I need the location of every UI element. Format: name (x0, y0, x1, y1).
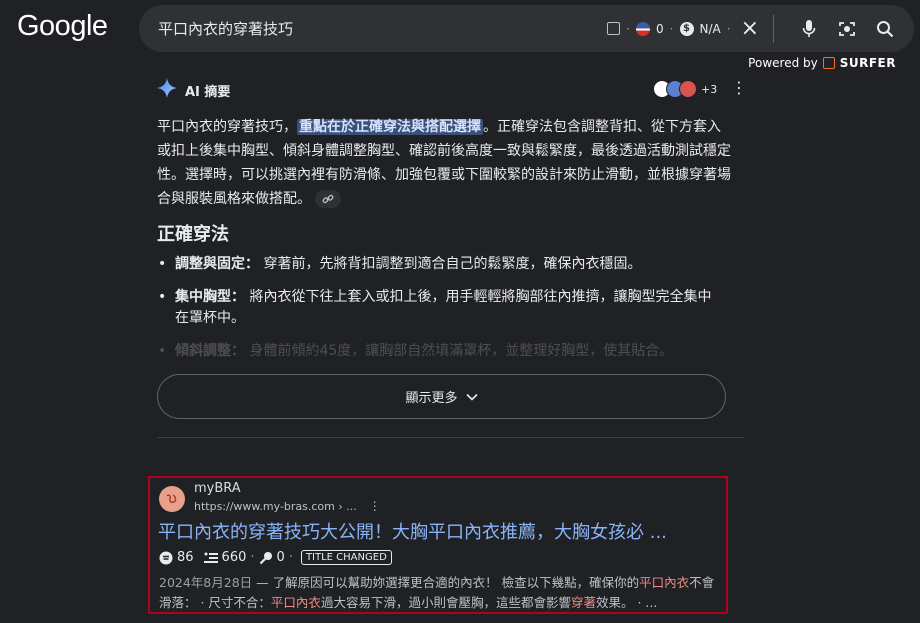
show-more-button[interactable]: 顯示更多 (157, 374, 726, 419)
us-flag-icon (636, 21, 651, 36)
separator-dot: · (626, 21, 631, 36)
lens-camera-icon[interactable] (836, 18, 858, 40)
result-snippet: 2024年8月28日 — 了解原因可以幫助妳選擇更合適的內衣！ 檢查以下幾點，確… (159, 573, 724, 613)
result-date: 2024年8月28日 (159, 575, 253, 590)
list-text: 將內衣從下往上套入或扣上後，用手輕輕將胸部往內推擠，讓胸型完全集中在罩杯中。 (175, 289, 712, 326)
result-options-icon[interactable]: ⋮ (369, 499, 381, 513)
search-input[interactable]: 平口內衣的穿著技巧 (158, 18, 293, 39)
search-bar-tools: · 0 · $ N/A · × (607, 5, 896, 52)
site-url-text[interactable]: https://www.my-bras.com › ... (194, 500, 357, 513)
checkbox-icon[interactable] (607, 22, 621, 35)
intro-text: 平口內衣的穿著技巧， (157, 119, 297, 135)
section-divider (157, 437, 744, 438)
surfer-metrics: 86 660 · 0 · TITLE CHANGED (159, 550, 392, 565)
ai-source-avatars[interactable]: +3 (653, 80, 717, 98)
cpc-value: N/A (699, 21, 721, 36)
title-changed-badge: TITLE CHANGED (300, 550, 392, 565)
traffic-icon (159, 551, 173, 565)
section-title: 正確穿法 (157, 224, 229, 245)
method-list: 調整與固定： 穿著前，先將背扣調整到適合自己的鬆緊度，確保內衣穩固。 集中胸型：… (157, 254, 722, 374)
snippet-keyword: 穿著 (570, 595, 596, 610)
surfer-logo-icon (822, 57, 835, 69)
search-result[interactable]: myBRA https://www.my-bras.com › ... ⋮ 平口內… (148, 476, 728, 614)
separator-dot: · (288, 550, 293, 565)
snippet-text: — 了解原因可以幫助妳選擇更合適的內衣！ 檢查以下幾點，確保你的 (252, 575, 640, 590)
result-title-link[interactable]: 平口內衣的穿著技巧大公開！大胸平口內衣推薦，大胸女孩必 ... (158, 518, 667, 544)
microphone-icon[interactable] (798, 18, 820, 40)
source-avatar[interactable] (679, 80, 697, 98)
separator-dot: · (250, 550, 255, 565)
surfer-brand: SURFER (839, 56, 896, 70)
snippet-keyword: 平口內衣 (639, 575, 690, 590)
list-item: 調整與固定： 穿著前，先將背扣調整到適合自己的鬆緊度，確保內衣穩固。 (157, 254, 722, 275)
list-term: 集中胸型： (175, 289, 245, 305)
metric-traffic: 86 (177, 550, 194, 565)
show-more-label: 顯示更多 (405, 391, 458, 406)
list-item: 傾斜調整： 身體前傾約45度，讓胸部自然填滿罩杯，並整理好胸型，使其貼合。 (157, 341, 722, 362)
snippet-keyword: 平口內衣 (270, 595, 321, 610)
snippet-text: 過大容易下滑，過小則會壓胸，這些都會影響 (320, 595, 571, 610)
separator-dot: · (669, 21, 674, 36)
dollar-icon: $ (679, 21, 694, 36)
separator-dot: · (726, 21, 731, 36)
country-count: 0 (656, 21, 664, 36)
metric-keywords: 0 (276, 550, 285, 565)
search-bar[interactable]: 平口內衣的穿著技巧 · 0 · $ N/A · × (139, 5, 914, 52)
list-term: 調整與固定： (175, 256, 259, 272)
chevron-down-icon (465, 393, 478, 401)
snippet-text: 效果。 · ... (595, 595, 658, 610)
metric-words: 660 (221, 550, 247, 565)
list-text: 身體前傾約45度，讓胸部自然填滿罩杯，並整理好胸型，使其貼合。 (245, 343, 674, 359)
ai-overview-header: AI 摘要 (157, 78, 230, 102)
close-icon[interactable]: × (741, 17, 759, 40)
list-text: 穿著前，先將背扣調整到適合自己的鬆緊度，確保內衣穩固。 (259, 256, 642, 272)
sparkle-icon (157, 78, 177, 102)
search-icon[interactable] (874, 18, 896, 40)
powered-label: Powered by (748, 56, 818, 70)
site-name[interactable]: myBRA (194, 481, 241, 496)
site-url[interactable]: https://www.my-bras.com › ... ⋮ (194, 499, 381, 513)
list-term: 傾斜調整： (175, 343, 245, 359)
ai-overview-title: AI 摘要 (185, 84, 231, 100)
more-options-icon[interactable]: ⋮ (731, 80, 747, 96)
powered-by-surfer[interactable]: Powered by SURFER (748, 56, 896, 70)
site-favicon-icon[interactable] (159, 486, 185, 512)
more-sources-count[interactable]: +3 (701, 83, 717, 96)
highlighted-phrase: 重點在於正確穿法與搭配選擇 (297, 119, 483, 135)
search-divider (773, 14, 774, 43)
google-logo[interactable]: Google (17, 10, 108, 43)
ai-overview-text: 平口內衣的穿著技巧， 重點在於正確穿法與搭配選擇 。正確穿法包含調整背扣、從下方套入… (157, 115, 732, 211)
key-icon (259, 551, 273, 565)
list-item: 集中胸型： 將內衣從下往上套入或扣上後，用手輕輕將胸部往內推擠，讓胸型完全集中在… (157, 287, 722, 329)
link-icon[interactable] (315, 190, 341, 208)
word-count-icon (203, 551, 218, 565)
